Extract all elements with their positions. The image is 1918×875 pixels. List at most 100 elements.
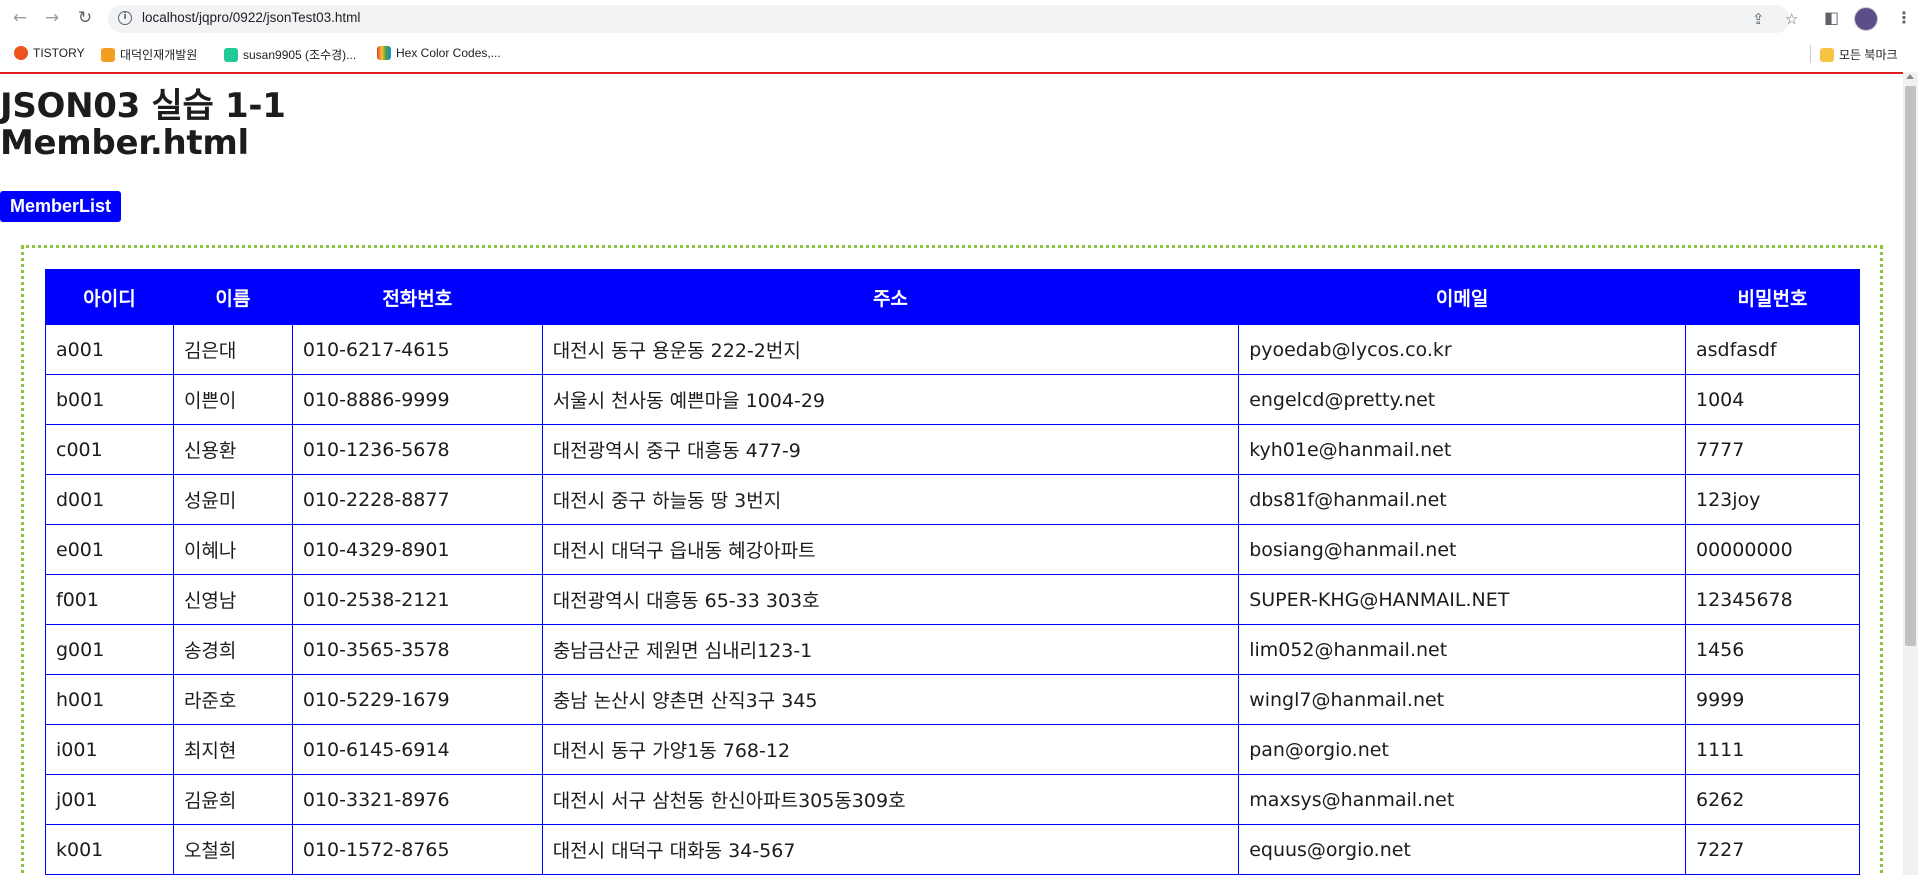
bookmark-item[interactable]: susan9905 (조수경)... (224, 46, 356, 63)
table-cell: 9999 (1685, 674, 1860, 725)
bookmark-item[interactable]: TISTORY (14, 46, 85, 60)
table-cell: a001 (45, 324, 174, 375)
forward-icon[interactable]: → (41, 7, 63, 29)
profile-avatar[interactable] (1854, 7, 1878, 31)
menu-icon[interactable]: ⋮ (1896, 8, 1912, 27)
table-cell: 010-1572-8765 (291, 824, 543, 875)
table-cell: kyh01e@hanmail.net (1238, 424, 1686, 475)
table-cell: 신용환 (172, 424, 293, 475)
table-cell: pan@orgio.net (1238, 724, 1686, 775)
table-cell: 서울시 천사동 예쁜마을 1004-29 (541, 374, 1240, 425)
page-title: JSON03 실습 1-1 (0, 86, 286, 126)
column-header: 아이디 (45, 269, 174, 325)
table-cell: 송경희 (172, 624, 293, 675)
table-cell: j001 (45, 774, 174, 825)
table-cell: 1111 (1685, 724, 1860, 775)
tistory-icon (14, 46, 28, 60)
table-cell: 성윤미 (172, 474, 293, 525)
table-cell: 대전시 동구 용운동 222-2번지 (541, 324, 1240, 375)
table-cell: wingl7@hanmail.net (1238, 674, 1686, 725)
all-bookmarks[interactable]: 모든 북마크 (1820, 46, 1898, 63)
table-cell: 010-4329-8901 (291, 524, 543, 575)
table-cell: 김윤희 (172, 774, 293, 825)
member-list-button[interactable]: MemberList (0, 191, 122, 222)
member-table: 아이디 이름 전화번호 주소 이메일 비밀번호 a001 김은대 010-6217-4615 대… (45, 269, 1860, 875)
table-cell: 010-3565-3578 (291, 624, 543, 675)
table-cell: 대전시 서구 삼천동 한신아파트305동309호 (541, 774, 1240, 825)
table-cell: SUPER-KHG@HANMAIL.NET (1238, 574, 1686, 625)
address-bar[interactable]: i localhost/jqpro/0922/jsonTest03.html ⇪… (108, 5, 1798, 33)
table-cell: 대전시 대덕구 읍내동 혜강아파트 (541, 524, 1240, 575)
table-cell: 대전시 대덕구 대화동 34-567 (541, 824, 1240, 875)
bookmarks-divider (1810, 45, 1811, 63)
table-cell: 010-2228-8877 (291, 474, 543, 525)
url-text[interactable]: localhost/jqpro/0922/jsonTest03.html (142, 10, 360, 25)
table-cell: 6262 (1685, 774, 1860, 825)
table-cell: 충남금산군 제원면 심내리123-1 (541, 624, 1240, 675)
table-cell: g001 (45, 624, 174, 675)
table-cell: c001 (45, 424, 174, 475)
table-cell: 010-2538-2121 (291, 574, 543, 625)
table-cell: maxsys@hanmail.net (1238, 774, 1686, 825)
table-cell: 라준호 (172, 674, 293, 725)
table-cell: 123joy (1685, 474, 1860, 525)
table-row: a001 김은대 010-6217-4615 대전시 동구 용운동 222-2번지 py… (45, 324, 1860, 375)
table-row: b001 이쁜이 010-8886-9999 서울시 천사동 예쁜마을 1004-29… (45, 374, 1860, 425)
table-row: d001 성윤미 010-2228-8877 대전시 중구 하늘동 땅 3번지 dbs8… (45, 474, 1860, 525)
table-row: i001 최지현 010-6145-6914 대전시 동구 가양1동 768-12 pa… (45, 724, 1860, 775)
column-header: 비밀번호 (1685, 269, 1860, 325)
table-cell: 이혜나 (172, 524, 293, 575)
velog-icon (224, 47, 238, 62)
table-cell: i001 (45, 724, 174, 775)
column-header: 전화번호 (291, 269, 543, 325)
table-cell: lim052@hanmail.net (1238, 624, 1686, 675)
column-header: 이름 (172, 269, 293, 325)
table-row: g001 송경희 010-3565-3578 충남금산군 제원면 심내리123-1 li… (45, 624, 1860, 675)
bookmark-star-icon[interactable]: ☆ (1785, 10, 1798, 28)
hex-color-icon (377, 46, 391, 60)
table-cell: equus@orgio.net (1238, 824, 1686, 875)
page-viewport: JSON03 실습 1-1 Member.html MemberList 아이디… (0, 74, 1903, 875)
share-icon[interactable]: ⇪ (1752, 10, 1765, 28)
site-info-icon[interactable]: i (118, 11, 132, 25)
table-cell: 010-6145-6914 (291, 724, 543, 775)
ddit-icon (101, 47, 115, 62)
table-row: k001 오철희 010-1572-8765 대전시 대덕구 대화동 34-567 eq… (45, 824, 1860, 875)
table-row: f001 신영남 010-2538-2121 대전광역시 대흥동 65-33 303호… (45, 574, 1860, 625)
table-cell: 12345678 (1685, 574, 1860, 625)
back-icon[interactable]: ← (9, 7, 31, 29)
page-subtitle: Member.html (0, 123, 249, 163)
reload-icon[interactable]: ↻ (74, 7, 96, 29)
table-cell: 대전시 동구 가양1동 768-12 (541, 724, 1240, 775)
table-cell: e001 (45, 524, 174, 575)
table-cell: 010-8886-9999 (291, 374, 543, 425)
browser-toolbar: ← → ↻ i localhost/jqpro/0922/jsonTest03.… (0, 0, 1918, 37)
table-cell: asdfasdf (1685, 324, 1860, 375)
table-cell: 이쁜이 (172, 374, 293, 425)
table-cell: 최지현 (172, 724, 293, 775)
table-cell: 1004 (1685, 374, 1860, 425)
table-cell: 충남 논산시 양촌면 산직3구 345 (541, 674, 1240, 725)
table-row: j001 김윤희 010-3321-8976 대전시 서구 삼천동 한신아파트305동… (45, 774, 1860, 825)
table-cell: bosiang@hanmail.net (1238, 524, 1686, 575)
table-cell: d001 (45, 474, 174, 525)
table-cell: dbs81f@hanmail.net (1238, 474, 1686, 525)
scroll-up-icon[interactable] (1906, 74, 1914, 79)
table-cell: k001 (45, 824, 174, 875)
table-row: e001 이혜나 010-4329-8901 대전시 대덕구 읍내동 혜강아파트 bos… (45, 524, 1860, 575)
side-panel-icon[interactable]: ◧ (1824, 8, 1839, 27)
table-cell: 1456 (1685, 624, 1860, 675)
table-cell: pyoedab@lycos.co.kr (1238, 324, 1686, 375)
table-cell: 010-6217-4615 (291, 324, 543, 375)
folder-icon (1820, 47, 1834, 62)
table-row: c001 신용환 010-1236-5678 대전광역시 중구 대흥동 477-9 ky… (45, 424, 1860, 475)
bookmark-item[interactable]: 대덕인재개발원 (101, 46, 197, 63)
bookmark-item[interactable]: Hex Color Codes,... (377, 46, 501, 60)
table-cell: 7777 (1685, 424, 1860, 475)
scroll-thumb[interactable] (1905, 86, 1916, 646)
vertical-scrollbar[interactable] (1903, 72, 1918, 875)
column-header: 주소 (541, 269, 1240, 325)
table-row: h001 라준호 010-5229-1679 충남 논산시 양촌면 산직3구 345 w… (45, 674, 1860, 725)
table-body: a001 김은대 010-6217-4615 대전시 동구 용운동 222-2번지 py… (45, 324, 1860, 875)
table-cell: 대전광역시 중구 대흥동 477-9 (541, 424, 1240, 475)
